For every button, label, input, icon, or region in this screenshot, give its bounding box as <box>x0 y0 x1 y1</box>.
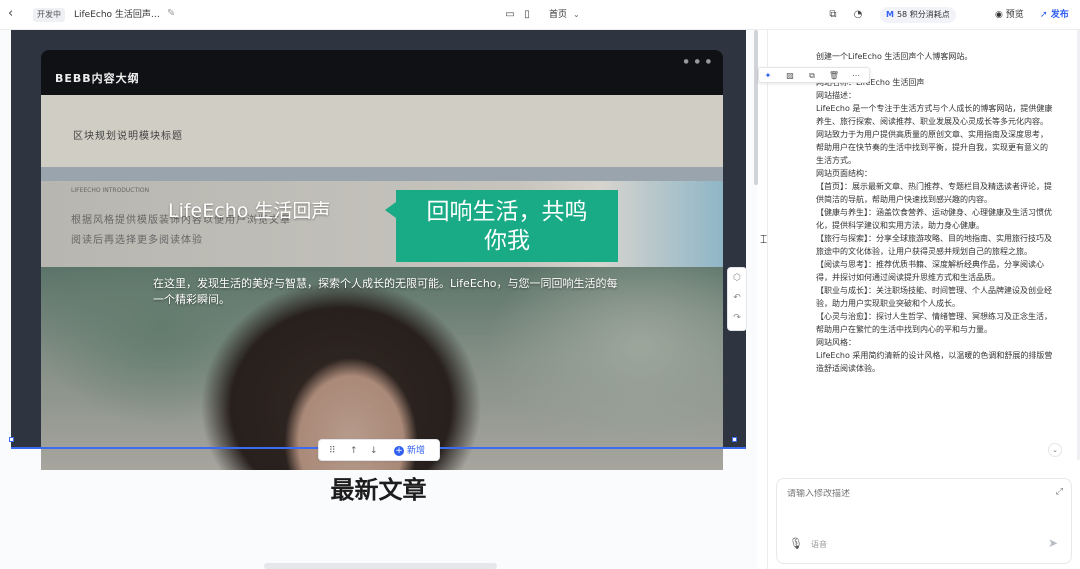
user-prompt-message: 创建一个LifeEcho 生活回声个人博客网站。 网站名称：LifeEcho 生… <box>816 50 1054 375</box>
microphone-icon[interactable]: 🎙 <box>789 537 803 550</box>
gray-band-small-text: LIFEECHO INTRODUCTION <box>71 187 150 194</box>
credits-text: 58 积分消耗点 <box>896 10 950 19</box>
add-block-button[interactable]: + 新增 <box>394 444 425 458</box>
editor-canvas: BEBB内容大纲 ● ● ● 区块规划说明模块标题 LIFEECHO INTRO… <box>0 30 757 569</box>
copy-icon[interactable]: ⧉ <box>805 70 819 82</box>
sparkle-icon[interactable]: ✦ <box>761 70 775 82</box>
floating-side-tools: ⬡ ↶ ↷ <box>727 267 747 331</box>
eye-icon: ◉ <box>995 10 1003 20</box>
code-icon[interactable]: ⧉ <box>826 8 840 22</box>
callout-line-2: 你我 <box>484 228 530 254</box>
message-line: LifeEcho 采用简约清新的设计风格，以温暖的色调和舒展的排版营造舒适阅读体… <box>816 351 1053 373</box>
edit-title-icon[interactable]: ✎ <box>167 8 175 19</box>
drag-handle-icon[interactable]: ⠿ <box>329 444 336 458</box>
message-line: 【心灵与治愈】：探讨人生哲学、情绪管理、冥想练习及正念生活，帮助用户在繁忙的生活… <box>816 312 1052 334</box>
message-action-toolbar: ✦ ▨ ⧉ 🗑 ⋯ <box>758 67 870 83</box>
rocket-icon: ➚ <box>1040 10 1048 20</box>
move-down-icon[interactable]: ↓ <box>370 444 378 458</box>
message-line: 网站描述： <box>816 91 856 100</box>
selection-handle[interactable] <box>9 437 14 442</box>
selection-handle[interactable] <box>732 437 737 442</box>
hero-description[interactable]: 在这里，发现生活的美好与智慧，探索个人成长的无限可能。LifeEcho，与您一同… <box>153 276 623 308</box>
message-line: 【首页】：展示最新文章、热门推荐、专题栏目及精选读者评论，提供简洁的导航，帮助用… <box>816 182 1052 204</box>
site-title: LifeEcho 生活回声… <box>74 10 160 20</box>
back-icon[interactable]: ‹ <box>8 7 22 21</box>
undo-icon[interactable]: ↶ <box>728 293 746 303</box>
headset-icon[interactable]: ◔ <box>851 8 865 22</box>
message-line: 创建一个LifeEcho 生活回声个人博客网站。 <box>816 52 973 61</box>
publish-button[interactable]: ➚ 发布 <box>1040 8 1069 22</box>
move-up-icon[interactable]: ↑ <box>350 444 358 458</box>
brand-logo-icon: M <box>886 10 894 19</box>
prompt-input[interactable] <box>787 489 1027 499</box>
chevron-down-icon: ⌄ <box>573 10 580 19</box>
hero-title[interactable]: LifeEcho 生活回声 <box>168 196 330 223</box>
layers-icon[interactable]: ⬡ <box>728 273 746 283</box>
add-block-label: 新增 <box>407 446 426 456</box>
message-line: 网站页面结构： <box>816 169 872 178</box>
block-toolbar: ⠿ ↑ ↓ + 新增 <box>318 439 440 461</box>
frame-gray-band: LIFEECHO INTRODUCTION 根据风格提供模版装饰内容以便用户浏览… <box>41 181 723 267</box>
callout-text: 回响生活，共鸣 你我 <box>396 198 618 256</box>
frame-light-band: 区块规划说明模块标题 <box>41 95 723 167</box>
ai-chat-panel: 创建一个LifeEcho 生活回声个人博客网站。 网站名称：LifeEcho 生… <box>758 30 1080 569</box>
hero-section-block[interactable]: BEBB内容大纲 ● ● ● 区块规划说明模块标题 LIFEECHO INTRO… <box>11 30 746 470</box>
send-icon[interactable]: ➤ <box>1045 535 1061 551</box>
message-line: 网站风格： <box>816 338 856 347</box>
desktop-view-icon[interactable]: ▭ <box>503 8 517 22</box>
dev-status-tag: 开发中 <box>33 8 65 22</box>
redo-icon[interactable]: ↷ <box>728 313 746 323</box>
plus-icon: + <box>394 446 404 456</box>
top-bar: ‹ 开发中 LifeEcho 生活回声… ✎ ▭ ▯ 首页 ⌄ ⧉ ◔ M 58 积… <box>0 0 1080 30</box>
delete-icon[interactable]: 🗑 <box>827 70 841 82</box>
window-controls-icon: ● ● ● <box>683 58 713 65</box>
preview-button[interactable]: ◉ 预览 <box>995 8 1024 22</box>
message-line: LifeEcho 是一个专注于生活方式与个人成长的博客网站，提供健康养生、旅行探… <box>816 104 1053 165</box>
gray-band-line-2: 阅读后再选择更多阅读体验 <box>71 235 203 246</box>
publish-label: 发布 <box>1050 10 1069 20</box>
horizontal-scrollbar[interactable] <box>264 563 497 569</box>
section-heading[interactable]: 最新文章 <box>0 470 757 505</box>
mobile-view-icon[interactable]: ▯ <box>520 8 534 22</box>
page-selector[interactable]: 首页 ⌄ <box>549 8 580 22</box>
preview-label: 预览 <box>1005 10 1024 20</box>
message-line: 【旅行与探索】：分享全球旅游攻略、目的地指南、实用旅行技巧及旅途中的文化体验，让… <box>816 234 1052 256</box>
message-line: 【阅读与思考】：推荐优质书籍、深度解析经典作品，分享阅读心得，并探讨如何通过阅读… <box>816 260 1044 282</box>
more-icon[interactable]: ⋯ <box>849 70 863 82</box>
image-icon[interactable]: ▨ <box>783 70 797 82</box>
band-text: 区块规划说明模块标题 <box>73 131 183 142</box>
page-selector-label: 首页 <box>549 10 568 20</box>
frame-divider-band <box>41 167 723 181</box>
scroll-down-icon[interactable]: ⌄ <box>1048 443 1062 457</box>
expand-icon[interactable]: ⤢ <box>1056 487 1063 497</box>
app-window: ‹ 开发中 LifeEcho 生活回声… ✎ ▭ ▯ 首页 ⌄ ⧉ ◔ M 58 积… <box>0 0 1080 569</box>
message-line: 【职业与成长】：关注职场技能、时间管理、个人品牌建设及创业经验，助力用户实现职业… <box>816 286 1052 308</box>
credits-badge[interactable]: M 58 积分消耗点 <box>880 7 956 23</box>
vertical-scrollbar[interactable] <box>754 30 758 185</box>
voice-label: 语音 <box>811 540 827 549</box>
frame-title: BEBB内容大纲 <box>55 72 140 85</box>
message-line: 【健康与养生】：涵盖饮食营养、运动健身、心理健康及生活习惯优化，提供科学建议和实… <box>816 208 1052 230</box>
hero-callout[interactable]: 回响生活，共鸣 你我 <box>385 190 618 262</box>
prompt-input-box: ⤢ 🎙 语音 ➤ <box>776 478 1072 564</box>
callout-line-1: 回响生活，共鸣 <box>426 199 588 225</box>
hero-browser-mockup: BEBB内容大纲 ● ● ● 区块规划说明模块标题 LIFEECHO INTRO… <box>41 50 723 470</box>
